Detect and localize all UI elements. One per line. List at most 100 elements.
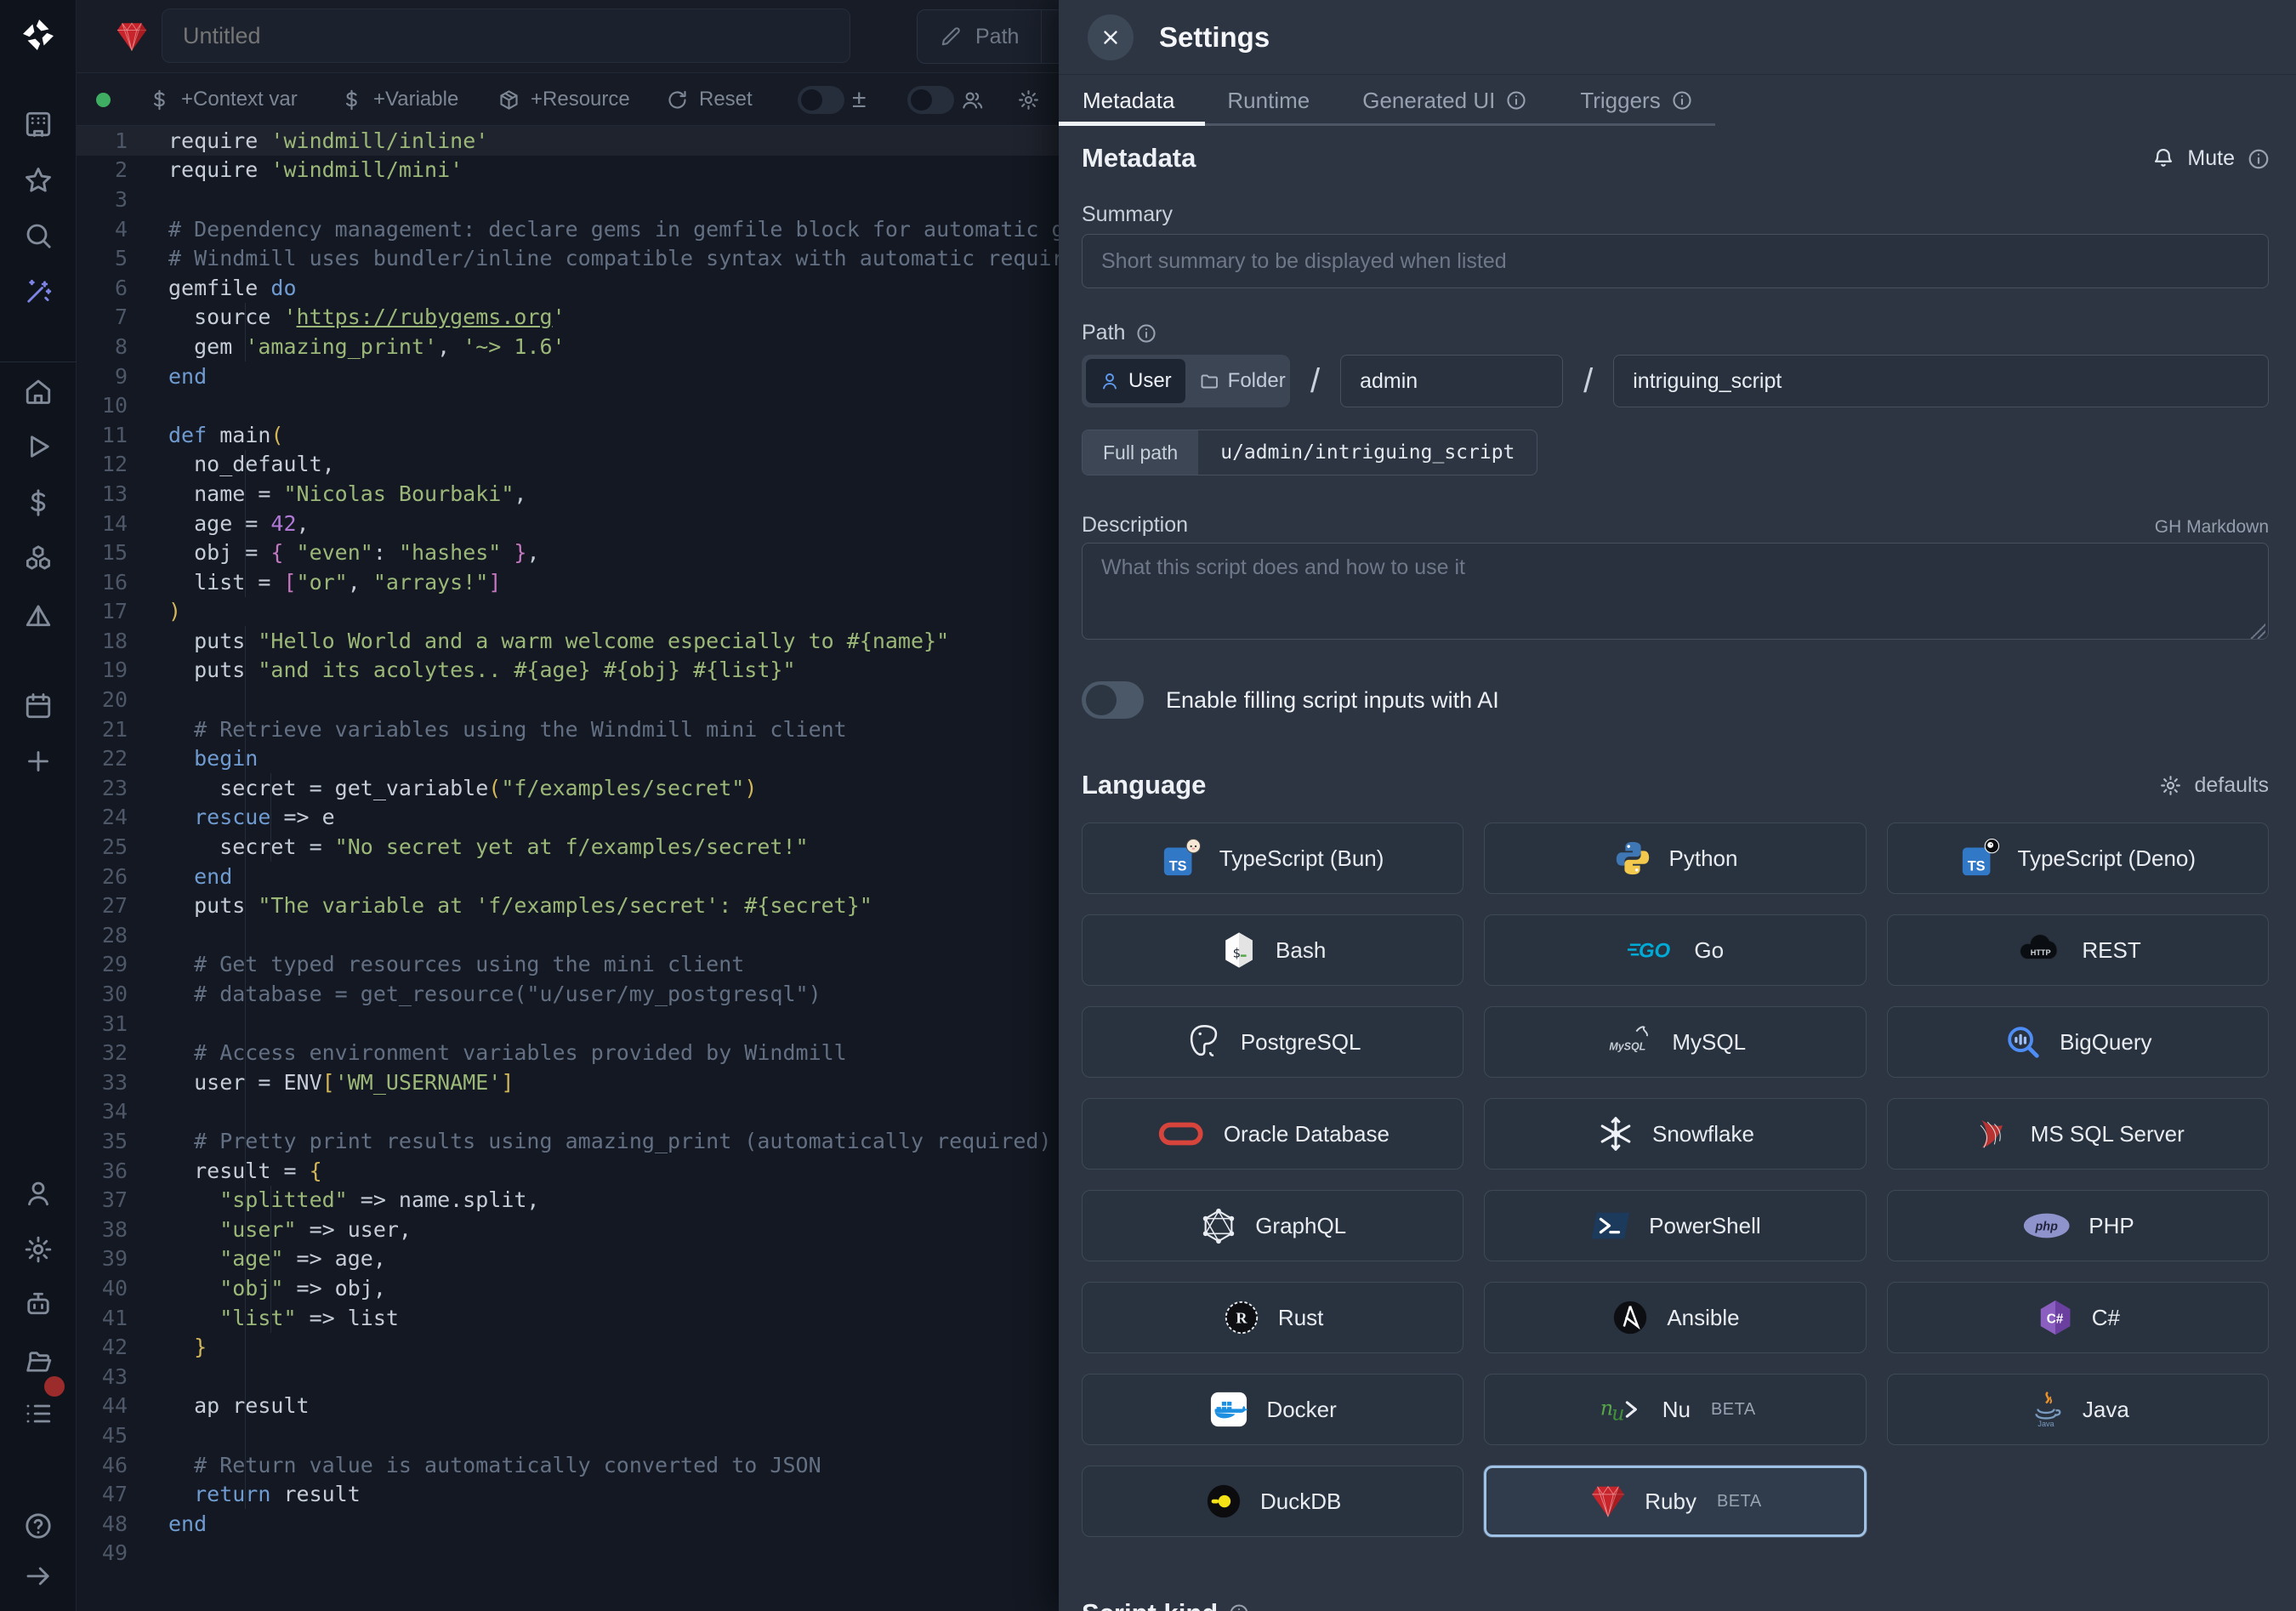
language-typescript-deno-[interactable]: TSTypeScript (Deno) (1887, 823, 2269, 894)
language-nu[interactable]: nuNuBETA (1484, 1374, 1866, 1445)
code-line[interactable]: 35 # Pretty print results using amazing_… (77, 1126, 1059, 1156)
language-bigquery[interactable]: BigQuery (1887, 1006, 2269, 1078)
language-postgresql[interactable]: PostgreSQL (1082, 1006, 1463, 1078)
language-rust[interactable]: RRust (1082, 1282, 1463, 1353)
contextvar-button[interactable]: +Context var (148, 73, 298, 126)
language-docker[interactable]: Docker (1082, 1374, 1463, 1445)
plus-minus-icon[interactable]: ± (852, 73, 866, 126)
code-line[interactable]: 43 (77, 1362, 1059, 1392)
code-line[interactable]: 8 gem 'amazing_print', '~> 1.6' (77, 332, 1059, 361)
editor-settings-gear-icon[interactable] (1017, 73, 1040, 126)
code-line[interactable]: 2require 'windmill/mini' (77, 156, 1059, 185)
owner-kind-folder[interactable]: Folder (1185, 359, 1299, 403)
language-c-[interactable]: C#C# (1887, 1282, 2269, 1353)
language-php[interactable]: phpPHP (1887, 1190, 2269, 1261)
code-line[interactable]: 42 } (77, 1332, 1059, 1362)
language-java[interactable]: JavaJava (1887, 1374, 2269, 1445)
code-line[interactable]: 40 "obj" => obj, (77, 1273, 1059, 1303)
script-title-input[interactable] (162, 9, 850, 63)
path-button[interactable]: Path u/a (917, 9, 1059, 64)
resize-handle[interactable] (2248, 622, 2265, 639)
code-line[interactable]: 27 puts "The variable at 'f/examples/sec… (77, 891, 1059, 920)
code-line[interactable]: 12 no_default, (77, 450, 1059, 480)
code-line[interactable]: 32 # Access environment variables provid… (77, 1038, 1059, 1067)
code-line[interactable]: 26 end (77, 862, 1059, 891)
diff-toggle[interactable] (798, 86, 844, 114)
code-line[interactable]: 45 (77, 1420, 1059, 1450)
tab-runtime[interactable]: Runtime (1227, 75, 1310, 126)
windmill-logo-icon[interactable] (0, 7, 77, 63)
code-line[interactable]: 41 "list" => list (77, 1303, 1059, 1333)
sidebar-item-wand-icon[interactable] (0, 265, 77, 319)
sidebar-item-gear-icon[interactable] (0, 1222, 77, 1277)
language-mysql[interactable]: MySQLMySQL (1484, 1006, 1866, 1078)
sidebar-item-list-icon[interactable] (0, 1386, 77, 1441)
code-line[interactable]: 22 begin (77, 743, 1059, 773)
tab-metadata[interactable]: Metadata (1083, 75, 1174, 126)
code-line[interactable]: 19 puts "and its acolytes.. #{age} #{obj… (77, 656, 1059, 686)
code-line[interactable]: 6gemfile do (77, 273, 1059, 303)
code-line[interactable]: 29 # Get typed resources using the mini … (77, 950, 1059, 980)
code-line[interactable]: 46 # Return value is automatically conve… (77, 1450, 1059, 1480)
code-line[interactable]: 10 (77, 390, 1059, 420)
sidebar-item-arrow-right-icon[interactable] (0, 1549, 77, 1603)
code-editor[interactable]: 1require 'windmill/inline'2require 'wind… (77, 126, 1059, 1611)
code-line[interactable]: 39 "age" => age, (77, 1244, 1059, 1274)
code-line[interactable]: 24 rescue => e (77, 803, 1059, 833)
language-bash[interactable]: $Bash (1082, 914, 1463, 986)
mute-button[interactable]: Mute (2151, 146, 2269, 171)
sidebar-item-home-icon[interactable] (0, 364, 77, 418)
code-line[interactable]: 16 list = ["or", "arrays!"] (77, 567, 1059, 597)
sidebar-item-dollar-icon[interactable] (0, 475, 77, 530)
sidebar-item-help-icon[interactable] (0, 1499, 77, 1553)
people-icon[interactable] (961, 73, 984, 126)
code-line[interactable]: 23 secret = get_variable("f/examples/sec… (77, 773, 1059, 803)
code-line[interactable]: 28 (77, 920, 1059, 950)
info-icon[interactable] (1505, 89, 1527, 111)
reset-button[interactable]: Reset (666, 73, 753, 126)
code-line[interactable]: 44 ap result (77, 1392, 1059, 1421)
code-line[interactable]: 47 return result (77, 1479, 1059, 1509)
code-line[interactable]: 3 (77, 185, 1059, 214)
code-line[interactable]: 38 "user" => user, (77, 1215, 1059, 1244)
code-line[interactable]: 37 "splitted" => name.split, (77, 1185, 1059, 1215)
sidebar-item-user-icon[interactable] (0, 1166, 77, 1221)
code-line[interactable]: 4# Dependency management: declare gems i… (77, 214, 1059, 244)
code-line[interactable]: 48end (77, 1509, 1059, 1539)
code-line[interactable]: 21 # Retrieve variables using the Windmi… (77, 714, 1059, 744)
language-python[interactable]: Python (1484, 823, 1866, 894)
code-line[interactable]: 1require 'windmill/inline' (77, 126, 1059, 156)
language-snowflake[interactable]: Snowflake (1484, 1098, 1866, 1170)
sidebar-item-play-icon[interactable] (0, 419, 77, 474)
language-duckdb[interactable]: DuckDB (1082, 1466, 1463, 1537)
info-icon[interactable] (1228, 1602, 1250, 1611)
sidebar-item-prism-icon[interactable] (0, 589, 77, 644)
sidebar-item-boxes-icon[interactable] (0, 531, 77, 585)
info-icon[interactable] (2247, 147, 2269, 169)
code-line[interactable]: 14 age = 42, (77, 509, 1059, 538)
code-line[interactable]: 36 result = { (77, 1156, 1059, 1186)
sidebar-item-star-icon[interactable] (0, 153, 77, 208)
sidebar-item-bot-icon[interactable] (0, 1278, 77, 1332)
resource-button[interactable]: +Resource (497, 73, 630, 126)
language-graphql[interactable]: GraphQL (1082, 1190, 1463, 1261)
language-ruby[interactable]: RubyBETA (1484, 1466, 1866, 1537)
code-line[interactable]: 49 (77, 1539, 1059, 1568)
ai-fill-toggle[interactable] (1082, 681, 1144, 719)
info-icon[interactable] (1671, 89, 1693, 111)
code-line[interactable]: 17) (77, 597, 1059, 627)
sidebar-item-calendar-icon[interactable] (0, 679, 77, 733)
tab-triggers[interactable]: Triggers (1580, 75, 1692, 126)
multiplayer-toggle[interactable] (907, 86, 954, 114)
code-line[interactable]: 31 (77, 1009, 1059, 1039)
code-line[interactable]: 7 source 'https://rubygems.org' (77, 303, 1059, 333)
info-icon[interactable] (1135, 322, 1157, 344)
code-line[interactable]: 20 (77, 685, 1059, 714)
description-textarea[interactable] (1082, 543, 2269, 640)
language-go[interactable]: GOGo (1484, 914, 1866, 986)
sidebar-item-plus-icon[interactable] (0, 734, 77, 788)
sidebar-item-building-icon[interactable] (0, 97, 77, 151)
language-ms-sql-server[interactable]: MS SQL Server (1887, 1098, 2269, 1170)
code-line[interactable]: 11def main( (77, 420, 1059, 450)
language-typescript-bun-[interactable]: TSTypeScript (Bun) (1082, 823, 1463, 894)
